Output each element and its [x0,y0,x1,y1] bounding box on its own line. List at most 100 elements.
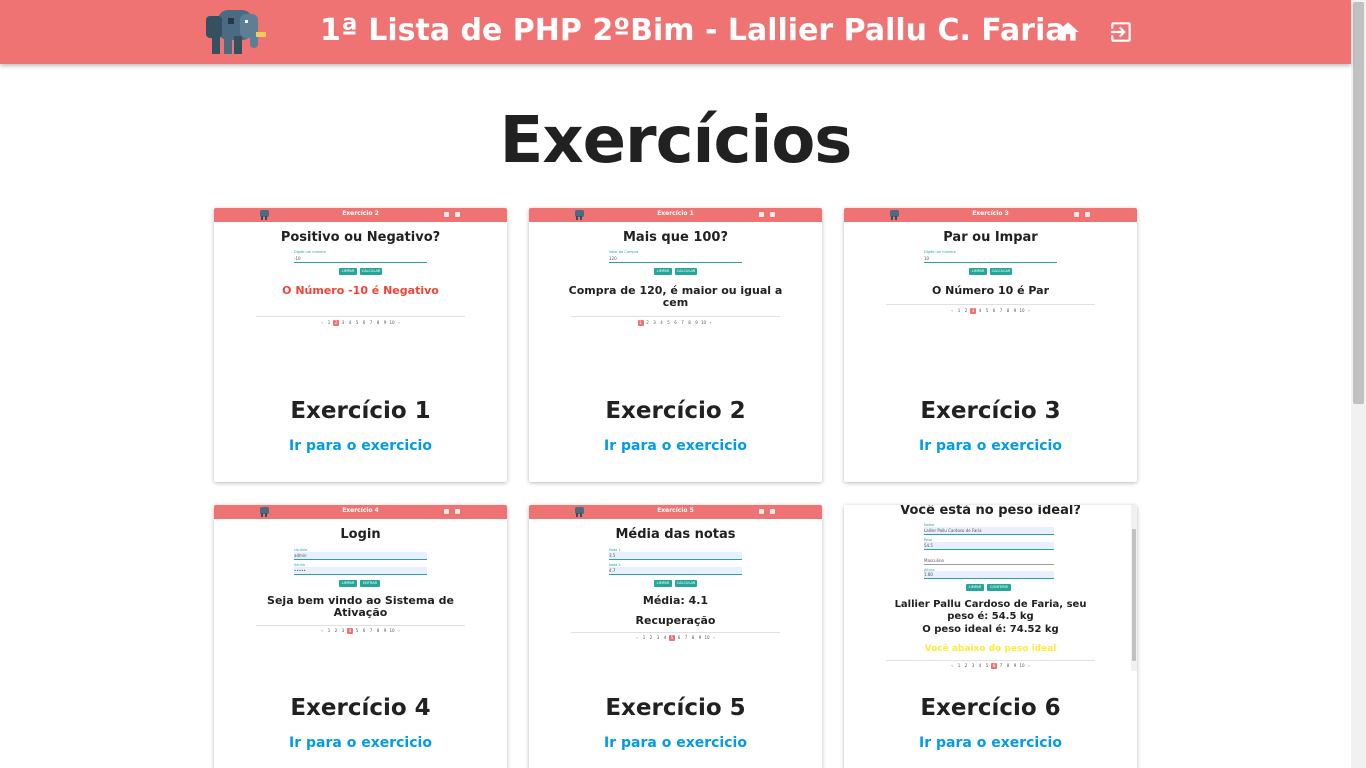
preview-divider [886,304,1095,305]
elephant-logo-icon[interactable] [200,6,272,58]
card-title: Exercício 2 [605,398,746,424]
exercise-card-5[interactable]: Exercício 5 Média das notas Nota 1 3.5 N… [529,505,822,768]
preview-label: Digite um número [294,250,326,254]
preview-clear-button: LIMPAR [966,584,984,591]
exercise-preview-image: Exercício 3 Par ou Impar Digite um númer… [844,208,1137,374]
preview-clear-button: LIMPAR [654,580,672,587]
preview-title: Exercício 4 [342,507,379,514]
preview-calc-button: CALCULAR [675,580,697,587]
card-title: Exercício 4 [290,695,431,721]
top-navbar: 1ª Lista de PHP 2ºBim - Lallier Pallu C.… [0,0,1351,64]
preview-heading: Par ou Impar [943,230,1038,245]
preview-select: Masculino [924,557,1054,565]
preview-result: Lallier Pallu Cardoso de Faria, seu peso… [894,599,1087,622]
card-title: Exercício 5 [605,695,746,721]
preview-pagination: 1 2 3 4 5 6 7 8 9 10 › [637,320,712,326]
page-title: Exercícios [499,104,853,178]
preview-navbar: Exercício 5 [529,505,822,519]
preview-heading: Mais que 100? [622,230,728,245]
preview-input-2: 4.7 [609,567,742,575]
preview-calc-button: CALCULAR [675,268,697,275]
exercise-card-2[interactable]: Exercício 1 Mais que 100? Valor da Compr… [529,208,822,482]
preview-result: Seja bem vindo ao Sistema de Ativação [267,594,454,619]
preview-result: Compra de 120, é maior ou igual a cem [568,284,783,309]
home-icon [1074,212,1079,217]
exercise-card-3[interactable]: Exercício 3 Par ou Impar Digite um númer… [844,208,1137,482]
home-icon [759,212,764,217]
logout-icon [770,212,775,217]
preview-calc-button: CALCULAR [990,268,1012,275]
exercise-preview-image: Exercício 2 Positivo ou Negativo? Digite… [214,208,507,374]
card-title: Exercício 6 [920,695,1061,721]
go-to-exercise-link[interactable]: Ir para o exercicio [529,438,822,454]
preview-input: admin [294,552,427,560]
preview-input: -10 [294,255,427,263]
exercise-preview-image: Exercício 1 Mais que 100? Valor da Compr… [529,208,822,374]
preview-input: 10 [924,255,1057,263]
logout-icon [455,509,460,514]
go-to-exercise-link[interactable]: Ir para o exercicio [214,735,507,751]
preview-pagination: ‹ 1 2 3 4 5 6 7 8 9 10 › [951,663,1030,669]
page-scrollbar[interactable] [1351,0,1366,768]
preview-divider [571,632,780,633]
preview-clear-button: LIMPAR [339,580,357,587]
logout-icon [455,212,460,217]
preview-enter-button: ENTRAR [360,580,380,587]
exercise-card-6[interactable]: Você está no peso ideal? Nome Lallier Pa… [844,505,1137,768]
home-icon [759,509,764,514]
preview-check-button: CONFERIR [987,584,1011,591]
app-title: 1ª Lista de PHP 2ºBim - Lallier Pallu C.… [320,13,1066,48]
preview-navbar: Exercício 3 [844,208,1137,222]
preview-input: 3.5 [609,552,742,560]
preview-result: O Número 10 é Par [932,284,1049,297]
preview-navbar: Exercício 2 [214,208,507,222]
preview-input-2: ••••• [294,567,427,575]
scrollbar-thumb[interactable] [1353,2,1364,404]
preview-input: 120 [609,255,742,263]
preview-label: Digite um número [924,250,956,254]
preview-clear-button: LIMPAR [969,268,987,275]
card-title: Exercício 1 [290,398,431,424]
preview-result: O Número -10 é Negativo [282,284,439,297]
preview-input: Lallier Pallu Cardoso de Faria [924,527,1054,535]
exercise-preview-image: Exercício 4 Login Usuário admin Senha ••… [214,505,507,671]
preview-pagination: ‹ 1 2 3 4 5 6 7 8 9 10 › [951,308,1030,314]
card-title: Exercício 3 [920,398,1061,424]
logout-icon [770,509,775,514]
preview-input-2: 54.5 [924,542,1054,550]
preview-title: Exercício 1 [657,210,694,217]
preview-divider [886,660,1095,661]
go-to-exercise-link[interactable]: Ir para o exercicio [844,735,1137,751]
logout-icon[interactable] [1108,19,1134,45]
exercise-card-1[interactable]: Exercício 2 Positivo ou Negativo? Digite… [214,208,507,482]
home-icon [444,509,449,514]
preview-result-status: Recuperação [635,614,716,627]
preview-navbar: Exercício 4 [214,505,507,519]
exercise-preview-image: Exercício 5 Média das notas Nota 1 3.5 N… [529,505,822,671]
preview-divider [256,625,465,626]
go-to-exercise-link[interactable]: Ir para o exercicio [529,735,822,751]
preview-title: Exercício 5 [657,507,694,514]
preview-divider [571,316,780,317]
preview-heading: Positivo ou Negativo? [280,230,441,245]
preview-calc-button: CALCULAR [360,268,382,275]
go-to-exercise-link[interactable]: Ir para o exercicio [844,438,1137,454]
logout-icon [1085,212,1090,217]
preview-pagination: ‹ 1 2 3 4 5 6 7 8 9 10 › [636,635,715,641]
preview-navbar: Exercício 1 [529,208,822,222]
preview-heading: Login [340,527,381,542]
preview-title: Exercício 3 [972,210,1009,217]
home-icon [444,212,449,217]
go-to-exercise-link[interactable]: Ir para o exercicio [214,438,507,454]
preview-result: Média: 4.1 [642,594,709,607]
preview-divider [256,316,465,317]
preview-pagination: ‹ 1 2 3 4 5 6 7 8 9 10 › [321,628,400,634]
preview-title: Exercício 2 [342,210,379,217]
exercise-preview-image: Você está no peso ideal? Nome Lallier Pa… [844,505,1137,671]
preview-result-ideal: O peso ideal é: 74.52 kg [922,624,1059,635]
preview-label: Valor da Compra [609,250,639,254]
preview-pagination: ‹ 1 2 3 4 5 6 7 8 9 10 › [321,320,400,326]
exercise-card-4[interactable]: Exercício 4 Login Usuário admin Senha ••… [214,505,507,768]
preview-heading: Você está no peso ideal? [900,505,1081,518]
home-icon[interactable] [1055,19,1081,45]
